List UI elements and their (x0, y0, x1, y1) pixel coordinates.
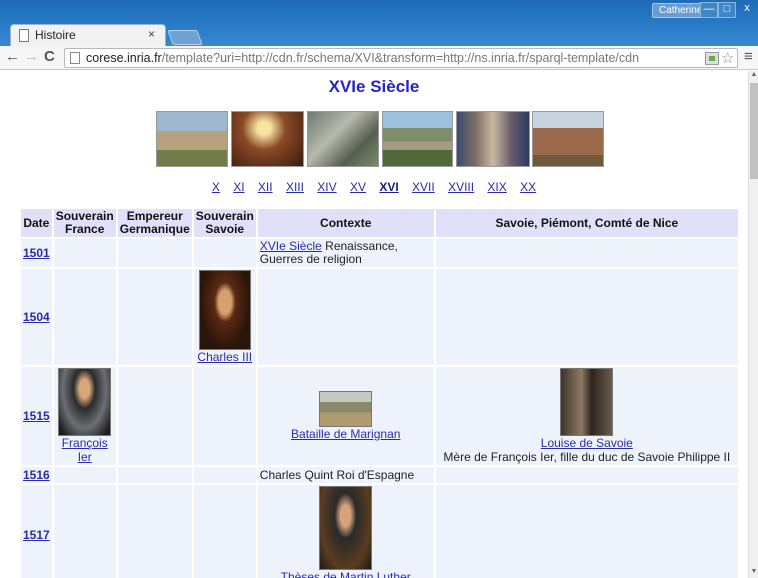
empty-cell (117, 467, 192, 483)
gorge-photo (307, 111, 379, 167)
empty-cell (117, 485, 192, 578)
century-link[interactable]: XVII (412, 180, 435, 194)
vertical-scrollbar[interactable]: ▲ ▼ (748, 71, 758, 578)
century-link[interactable]: XII (258, 180, 273, 194)
century-link-current[interactable]: XVI (379, 180, 398, 194)
louise-portrait[interactable] (560, 368, 614, 436)
scroll-thumb[interactable] (750, 83, 758, 179)
header-date: Date (21, 209, 52, 237)
contexte-link[interactable]: Thèses de Martin Luther (281, 570, 411, 578)
header-savoie: Souverain Savoie (193, 209, 256, 237)
contexte-link[interactable]: Bataille de Marignan (291, 427, 400, 441)
date-link[interactable]: 1504 (23, 310, 50, 324)
century-link[interactable]: X (212, 180, 220, 194)
close-tab-icon[interactable]: × (148, 27, 155, 41)
scroll-down-icon[interactable]: ▼ (749, 568, 758, 578)
contexte-cell: Charles Quint Roi d'Espagne (257, 467, 434, 483)
region-cell: Louise de Savoie Mère de François Ier, f… (435, 367, 738, 465)
minimize-button[interactable]: — (700, 2, 718, 18)
empty-cell (117, 269, 192, 365)
table-row: 1501 XVIe Siècle Renaissance, Guerres de… (21, 239, 738, 267)
century-link[interactable]: XIII (286, 180, 304, 194)
back-arrow-icon[interactable]: ← (5, 49, 20, 65)
empty-cell (257, 269, 434, 365)
page-viewport: XVIe Siècle X XI XII XIII XIV XV XVI XVI… (0, 71, 748, 578)
francois-portrait[interactable] (58, 368, 112, 436)
empty-cell (435, 269, 738, 365)
century-link[interactable]: XX (520, 180, 536, 194)
contexte-cell: Thèses de Martin Luther (257, 485, 434, 578)
france-cell: François Ier (53, 367, 116, 465)
contexte-cell: Bataille de Marignan (257, 367, 434, 465)
region-link[interactable]: Louise de Savoie (541, 436, 633, 450)
france-link[interactable]: François Ier (62, 436, 108, 464)
reload-icon[interactable]: C (44, 49, 55, 65)
empty-cell (117, 239, 192, 267)
century-nav: X XI XII XIII XIV XV XVI XVII XVIII XIX … (0, 180, 748, 194)
savoie-link[interactable]: Charles III (197, 350, 252, 364)
bookmark-star-icon[interactable]: ☆ (721, 49, 734, 67)
close-window-button[interactable]: x (736, 2, 758, 18)
empty-cell (193, 367, 256, 465)
contexte-cell: XVIe Siècle Renaissance, Guerres de reli… (257, 239, 434, 267)
table-header-row: Date Souverain France Empereur Germaniqu… (21, 209, 738, 237)
forward-arrow-icon[interactable]: → (24, 49, 39, 65)
empty-cell (435, 485, 738, 578)
date-link[interactable]: 1516 (23, 468, 50, 482)
savoie-cell: Charles III (193, 269, 256, 365)
empty-cell (53, 485, 116, 578)
century-link[interactable]: XIX (487, 180, 506, 194)
empty-cell (117, 367, 192, 465)
title-bar: Histoire × Catherine — □ x (0, 0, 758, 46)
century-link[interactable]: XI (233, 180, 244, 194)
empty-cell (435, 239, 738, 267)
header-germanique: Empereur Germanique (117, 209, 192, 237)
page-title: XVIe Siècle (328, 77, 420, 96)
maximize-button[interactable]: □ (718, 2, 736, 18)
table-row: 1504 Charles III (21, 269, 738, 365)
region-text: Mère de François Ier, fille du duc de Sa… (443, 450, 731, 464)
empty-cell (53, 269, 116, 365)
menu-icon[interactable]: ≡ (744, 48, 753, 65)
date-link[interactable]: 1515 (23, 409, 50, 423)
history-table: Date Souverain France Empereur Germaniqu… (19, 207, 740, 578)
charles-iii-portrait[interactable] (198, 270, 251, 350)
empty-cell (193, 467, 256, 483)
chapel-interior-photo (456, 111, 530, 167)
rss-icon[interactable] (705, 52, 719, 65)
header-france: Souverain France (53, 209, 116, 237)
empty-cell (435, 467, 738, 483)
date-link[interactable]: 1517 (23, 528, 50, 542)
address-bar[interactable]: corese.inria.fr/template?uri=http://cdn.… (64, 48, 738, 68)
empty-cell (53, 467, 116, 483)
table-row: 1515 François Ier Bataille de Marignan L… (21, 367, 738, 465)
table-row: 1516 Charles Quint Roi d'Espagne (21, 467, 738, 483)
empty-cell (193, 485, 256, 578)
century-link[interactable]: XIV (317, 180, 336, 194)
scroll-up-icon[interactable]: ▲ (749, 71, 758, 81)
header-contexte: Contexte (257, 209, 434, 237)
header-region: Savoie, Piémont, Comté de Nice (435, 209, 738, 237)
church-photo (532, 111, 604, 167)
contexte-link[interactable]: XVIe Siècle (260, 239, 322, 253)
page-icon (70, 52, 80, 64)
browser-window: Histoire × Catherine — □ x ← → C corese.… (0, 0, 758, 578)
empty-cell (53, 239, 116, 267)
marignan-painting[interactable] (319, 391, 373, 427)
table-row: 1517 Thèses de Martin Luther (21, 485, 738, 578)
url-text: corese.inria.fr/template?uri=http://cdn.… (86, 51, 640, 65)
palace-hall-photo (231, 111, 304, 167)
page-icon (19, 29, 29, 42)
castle-photo (156, 111, 228, 167)
new-tab-button[interactable] (167, 30, 203, 45)
tab-title: Histoire (35, 28, 76, 42)
luther-portrait[interactable] (319, 486, 373, 570)
empty-cell (193, 239, 256, 267)
browser-tab[interactable]: Histoire × (10, 24, 166, 46)
browser-toolbar: ← → C corese.inria.fr/template?uri=http:… (0, 46, 758, 70)
bridge-photo (382, 111, 453, 167)
date-link[interactable]: 1501 (23, 246, 50, 260)
century-link[interactable]: XVIII (448, 180, 474, 194)
century-link[interactable]: XV (350, 180, 366, 194)
